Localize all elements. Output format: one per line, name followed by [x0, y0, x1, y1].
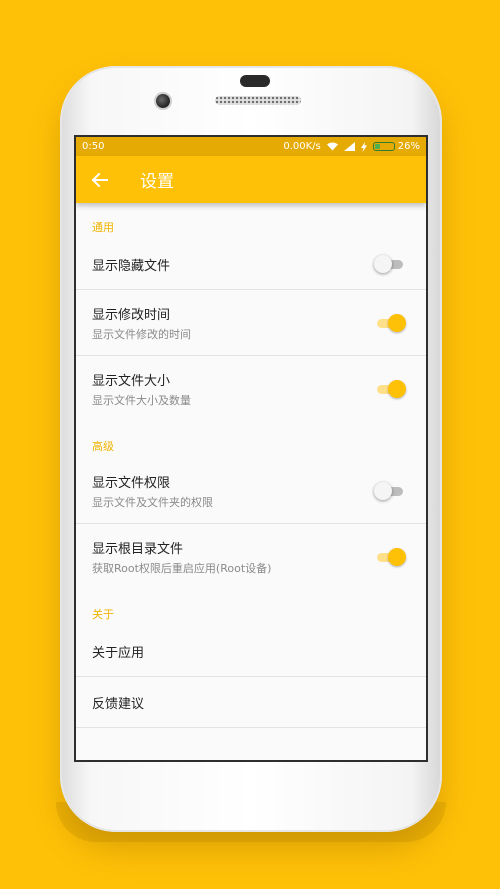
speaker-grille [215, 96, 301, 105]
section-header-about: 关于 [92, 608, 114, 621]
signal-icon [343, 142, 355, 151]
arrow-left-icon[interactable] [76, 156, 124, 203]
pref-title: 反馈建议 [92, 696, 145, 712]
pref-show-file-size[interactable]: 显示文件大小 显示文件大小及数量 [76, 356, 426, 422]
pref-title: 关于应用 [92, 645, 145, 661]
network-speed: 0.00K/s [283, 141, 321, 152]
pref-show-hidden-files[interactable]: 显示隐藏文件 [76, 239, 426, 290]
settings-list: 通用 显示隐藏文件 显示修改时间 显示文件修改的时间 显示文件大小 显示文件大小… [76, 203, 426, 728]
toggle-show-file-permissions[interactable] [374, 481, 406, 501]
screen: 0:50 0.00K/s 26% 设置 通用 显示隐藏文件 显示修改时间 显示文… [74, 135, 428, 762]
toggle-show-modified-time[interactable] [374, 313, 406, 333]
status-bar: 0:50 0.00K/s 26% [76, 137, 426, 156]
pref-about-app[interactable]: 关于应用 [76, 626, 426, 677]
battery-icon [372, 142, 395, 151]
front-camera [156, 94, 170, 108]
page-title: 设置 [140, 172, 174, 192]
pref-show-file-permissions[interactable]: 显示文件权限 显示文件及文件夹的权限 [76, 458, 426, 524]
charging-icon [360, 141, 367, 152]
toggle-show-file-size[interactable] [374, 379, 406, 399]
section-header-general: 通用 [92, 221, 114, 234]
phone-frame: 0:50 0.00K/s 26% 设置 通用 显示隐藏文件 显示修改时间 显示文… [56, 66, 446, 842]
section-header-advanced: 高级 [92, 440, 114, 453]
app-bar: 设置 [76, 156, 426, 203]
pref-show-modified-time[interactable]: 显示修改时间 显示文件修改的时间 [76, 290, 426, 356]
earpiece [240, 75, 270, 87]
wifi-icon [326, 142, 338, 151]
toggle-show-hidden-files[interactable] [374, 254, 406, 274]
battery-percent: 26% [397, 141, 420, 152]
battery-indicator: 26% [372, 141, 420, 152]
pref-show-root-files[interactable]: 显示根目录文件 获取Root权限后重启应用(Root设备) [76, 524, 426, 590]
toggle-show-root-files[interactable] [374, 547, 406, 567]
pref-feedback[interactable]: 反馈建议 [76, 677, 426, 728]
status-time: 0:50 [82, 141, 105, 152]
